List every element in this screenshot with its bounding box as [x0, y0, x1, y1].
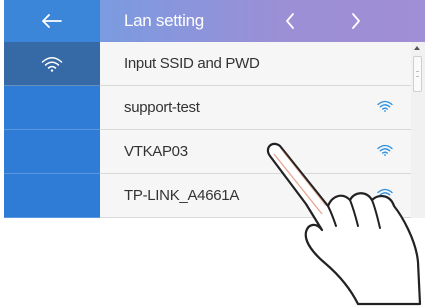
list-item-label: TP-LINK_A4661A	[124, 187, 240, 204]
arrow-left-icon	[42, 14, 62, 28]
sidebar-empty-slot	[4, 130, 100, 174]
chevron-right-icon	[352, 13, 360, 29]
pointing-hand-icon	[266, 142, 422, 306]
next-page-button[interactable]	[336, 0, 376, 42]
scrollbar-thumb[interactable]	[413, 56, 422, 92]
list-item-label: support-test	[124, 99, 200, 116]
scroll-up-arrow-icon[interactable]	[414, 46, 420, 50]
list-item-input-ssid[interactable]: Input SSID and PWD	[100, 42, 411, 86]
list-item-label: Input SSID and PWD	[124, 55, 260, 72]
sidebar-empty-slot	[4, 86, 100, 130]
wifi-icon	[41, 56, 63, 72]
list-item-network[interactable]: support-test	[100, 86, 411, 130]
page-title: Lan setting	[124, 11, 204, 30]
sidebar-empty-slot	[4, 174, 100, 218]
back-button[interactable]	[30, 0, 74, 42]
header-back-area	[4, 0, 100, 42]
sidebar-item-wifi[interactable]	[4, 42, 100, 86]
header-bar: Lan setting	[100, 0, 425, 42]
chevron-left-icon	[286, 13, 294, 29]
sidebar	[4, 42, 100, 218]
list-item-label: VTKAP03	[124, 143, 188, 160]
prev-page-button[interactable]	[270, 0, 310, 42]
wifi-signal-icon	[377, 100, 393, 112]
